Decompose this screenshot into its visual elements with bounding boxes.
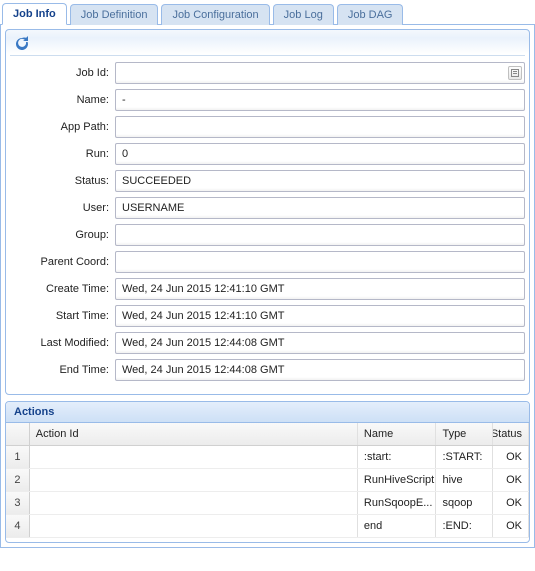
tab-job-log[interactable]: Job Log: [273, 4, 334, 25]
cell-name: :start:: [358, 446, 437, 468]
cell-actionid: [30, 446, 358, 468]
grid-header-rownum[interactable]: [6, 423, 30, 445]
tab-label: Job Log: [284, 9, 323, 21]
tab-label: Job Definition: [81, 9, 148, 21]
form-field[interactable]: Wed, 24 Jun 2015 12:44:08 GMT: [115, 332, 525, 354]
form-value: Wed, 24 Jun 2015 12:44:08 GMT: [122, 337, 284, 349]
grid-header-row: Action Id Name Type Status: [6, 423, 529, 446]
cell-rownum: 1: [6, 446, 30, 468]
tab-strip: Job Info Job Definition Job Configuratio…: [0, 0, 535, 25]
form-label: Start Time:: [10, 310, 115, 322]
form-field[interactable]: SUCCEEDED: [115, 170, 525, 192]
table-row[interactable]: 2 RunHiveScripthiveOK: [6, 469, 529, 492]
grid-header-actionid[interactable]: Action Id: [30, 423, 358, 445]
cell-actionid: [30, 492, 358, 514]
form-value: Wed, 24 Jun 2015 12:44:08 GMT: [122, 364, 284, 376]
form-label: Last Modified:: [10, 337, 115, 349]
form-row: Status: SUCCEEDED: [10, 170, 525, 192]
field-trigger-icon[interactable]: [508, 66, 522, 80]
cell-name: RunSqoopE...: [358, 492, 437, 514]
form-value: Wed, 24 Jun 2015 12:41:10 GMT: [122, 310, 284, 322]
form-row: End Time: Wed, 24 Jun 2015 12:44:08 GMT: [10, 359, 525, 381]
cell-name: RunHiveScript: [358, 469, 437, 491]
cell-status: OK: [493, 492, 529, 514]
cell-name: end: [358, 515, 437, 537]
form-field[interactable]: [115, 251, 525, 273]
grid-header-type[interactable]: Type: [436, 423, 493, 445]
form-field[interactable]: [115, 116, 525, 138]
cell-type: hive: [436, 469, 493, 491]
form-value: Wed, 24 Jun 2015 12:41:10 GMT: [122, 283, 284, 295]
form-row: Create Time: Wed, 24 Jun 2015 12:41:10 GM…: [10, 278, 525, 300]
tab-label: Job Configuration: [172, 9, 258, 21]
form-field[interactable]: USERNAME: [115, 197, 525, 219]
cell-rownum: 3: [6, 492, 30, 514]
form-row: Parent Coord:: [10, 251, 525, 273]
actions-panel: Actions Action Id Name Type Status 1 :sta…: [5, 401, 530, 543]
tab-label: Job Info: [13, 8, 56, 20]
refresh-button[interactable]: [14, 36, 30, 52]
table-row[interactable]: 1 :start::START:OK: [6, 446, 529, 469]
job-info-panel: Job Id: Name:- App Path: Run: 0 Status: SUCCEE…: [5, 29, 530, 395]
form-label: Create Time:: [10, 283, 115, 295]
cell-actionid: [30, 469, 358, 491]
form-row: Name:-: [10, 89, 525, 111]
cell-type: :START:: [436, 446, 493, 468]
grid-header-status[interactable]: Status: [493, 423, 529, 445]
form-field[interactable]: Wed, 24 Jun 2015 12:44:08 GMT: [115, 359, 525, 381]
tab-job-definition[interactable]: Job Definition: [70, 4, 159, 25]
tab-body: Job Id: Name:- App Path: Run: 0 Status: SUCCEE…: [0, 25, 535, 548]
refresh-icon: [14, 36, 30, 52]
form-value: USERNAME: [122, 202, 184, 214]
form-field[interactable]: -: [115, 89, 525, 111]
form-field[interactable]: [115, 224, 525, 246]
form-value: -: [122, 94, 126, 106]
form-label: Job Id:: [10, 67, 115, 79]
grid-body: 1:start::START:OK2RunHiveScripthiveOK3Ru…: [6, 446, 529, 542]
form-label: Status:: [10, 175, 115, 187]
cell-type: :END:: [436, 515, 493, 537]
cell-status: OK: [493, 515, 529, 537]
grid-header-name[interactable]: Name: [358, 423, 437, 445]
actions-title: Actions: [6, 402, 529, 423]
panel-toolbar: [10, 34, 525, 56]
form-field[interactable]: Wed, 24 Jun 2015 12:41:10 GMT: [115, 278, 525, 300]
tab-label: Job DAG: [348, 9, 393, 21]
cell-rownum: 4: [6, 515, 30, 537]
table-row[interactable]: 3 RunSqoopE...sqoopOK: [6, 492, 529, 515]
form-row: Group:: [10, 224, 525, 246]
form-value: SUCCEEDED: [122, 175, 191, 187]
form-field[interactable]: 0: [115, 143, 525, 165]
form-row: User: USERNAME: [10, 197, 525, 219]
cell-type: sqoop: [436, 492, 493, 514]
form-label: User:: [10, 202, 115, 214]
tab-job-info[interactable]: Job Info: [2, 3, 67, 25]
tab-job-dag[interactable]: Job DAG: [337, 4, 404, 25]
form-row: Job Id:: [10, 62, 525, 84]
cell-status: OK: [493, 469, 529, 491]
form-field[interactable]: [115, 62, 525, 84]
table-row[interactable]: 4 end:END:OK: [6, 515, 529, 538]
form-row: App Path:: [10, 116, 525, 138]
form-row: Run: 0: [10, 143, 525, 165]
form-label: Run:: [10, 148, 115, 160]
cell-status: OK: [493, 446, 529, 468]
form-label: Parent Coord:: [10, 256, 115, 268]
form: Job Id: Name:- App Path: Run: 0 Status: SUCCEE…: [10, 62, 525, 381]
form-field[interactable]: Wed, 24 Jun 2015 12:41:10 GMT: [115, 305, 525, 327]
cell-actionid: [30, 515, 358, 537]
form-label: Group:: [10, 229, 115, 241]
cell-rownum: 2: [6, 469, 30, 491]
form-label: Name:: [10, 94, 115, 106]
form-label: End Time:: [10, 364, 115, 376]
form-label: App Path:: [10, 121, 115, 133]
form-value: 0: [122, 148, 128, 160]
form-row: Start Time: Wed, 24 Jun 2015 12:41:10 GMT: [10, 305, 525, 327]
form-row: Last Modified: Wed, 24 Jun 2015 12:44:08 …: [10, 332, 525, 354]
actions-grid: Action Id Name Type Status 1 :start::STAR…: [6, 423, 529, 542]
tab-job-configuration[interactable]: Job Configuration: [161, 4, 269, 25]
